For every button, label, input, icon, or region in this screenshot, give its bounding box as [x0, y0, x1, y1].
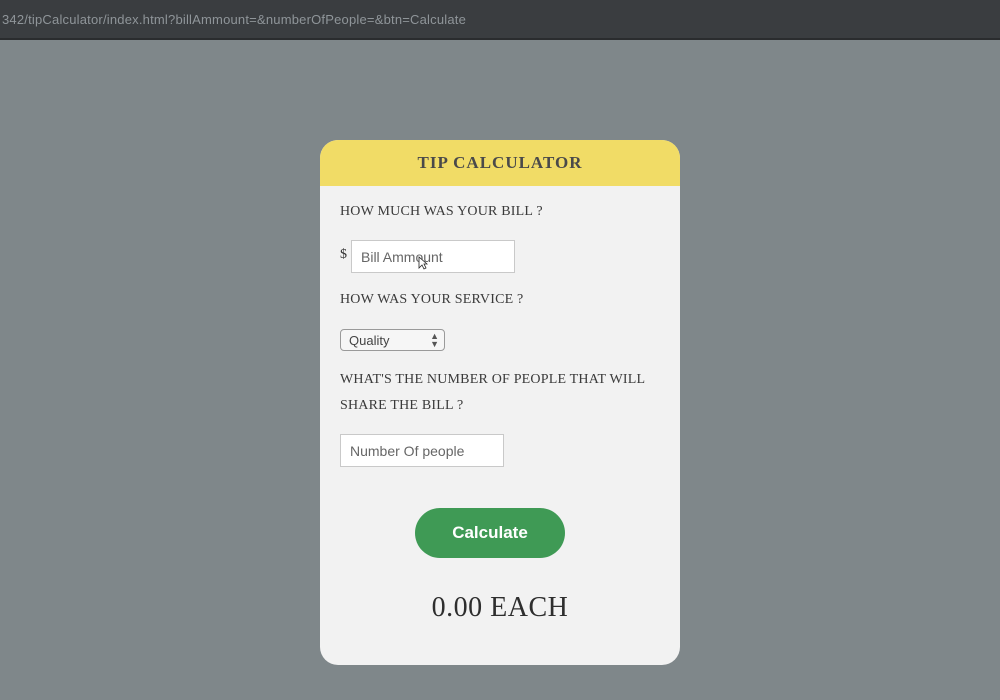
card-header: TIP CALCULATOR	[320, 140, 680, 186]
service-question-label: HOW WAS YOUR SERVICE ?	[340, 292, 524, 307]
card-title: TIP CALCULATOR	[417, 153, 583, 172]
calculate-button[interactable]: Calculate	[415, 508, 565, 558]
result-display: 0.00 EACH	[330, 592, 670, 624]
result-suffix: EACH	[490, 592, 569, 623]
number-of-people-input[interactable]	[340, 434, 504, 467]
url-text[interactable]: 342/tipCalculator/index.html?billAmmount…	[2, 12, 466, 27]
people-question-label: WHAT'S THE NUMBER OF PEOPLE THAT WILL SH…	[340, 372, 645, 413]
bill-question-label: HOW MUCH WAS YOUR BILL ?	[340, 204, 543, 219]
service-quality-select[interactable]: Quality ▲ ▼	[340, 329, 445, 351]
browser-address-bar[interactable]: 342/tipCalculator/index.html?billAmmount…	[0, 0, 1000, 40]
mouse-pointer-icon	[418, 256, 428, 270]
select-arrows-icon: ▲ ▼	[430, 331, 439, 349]
currency-symbol: $	[340, 247, 347, 262]
service-selected-value: Quality	[349, 332, 390, 348]
result-value: 0.00	[431, 592, 483, 623]
tip-calculator-card: TIP CALCULATOR HOW MUCH WAS YOUR BILL ? …	[320, 140, 680, 665]
bill-amount-input[interactable]	[351, 240, 515, 273]
